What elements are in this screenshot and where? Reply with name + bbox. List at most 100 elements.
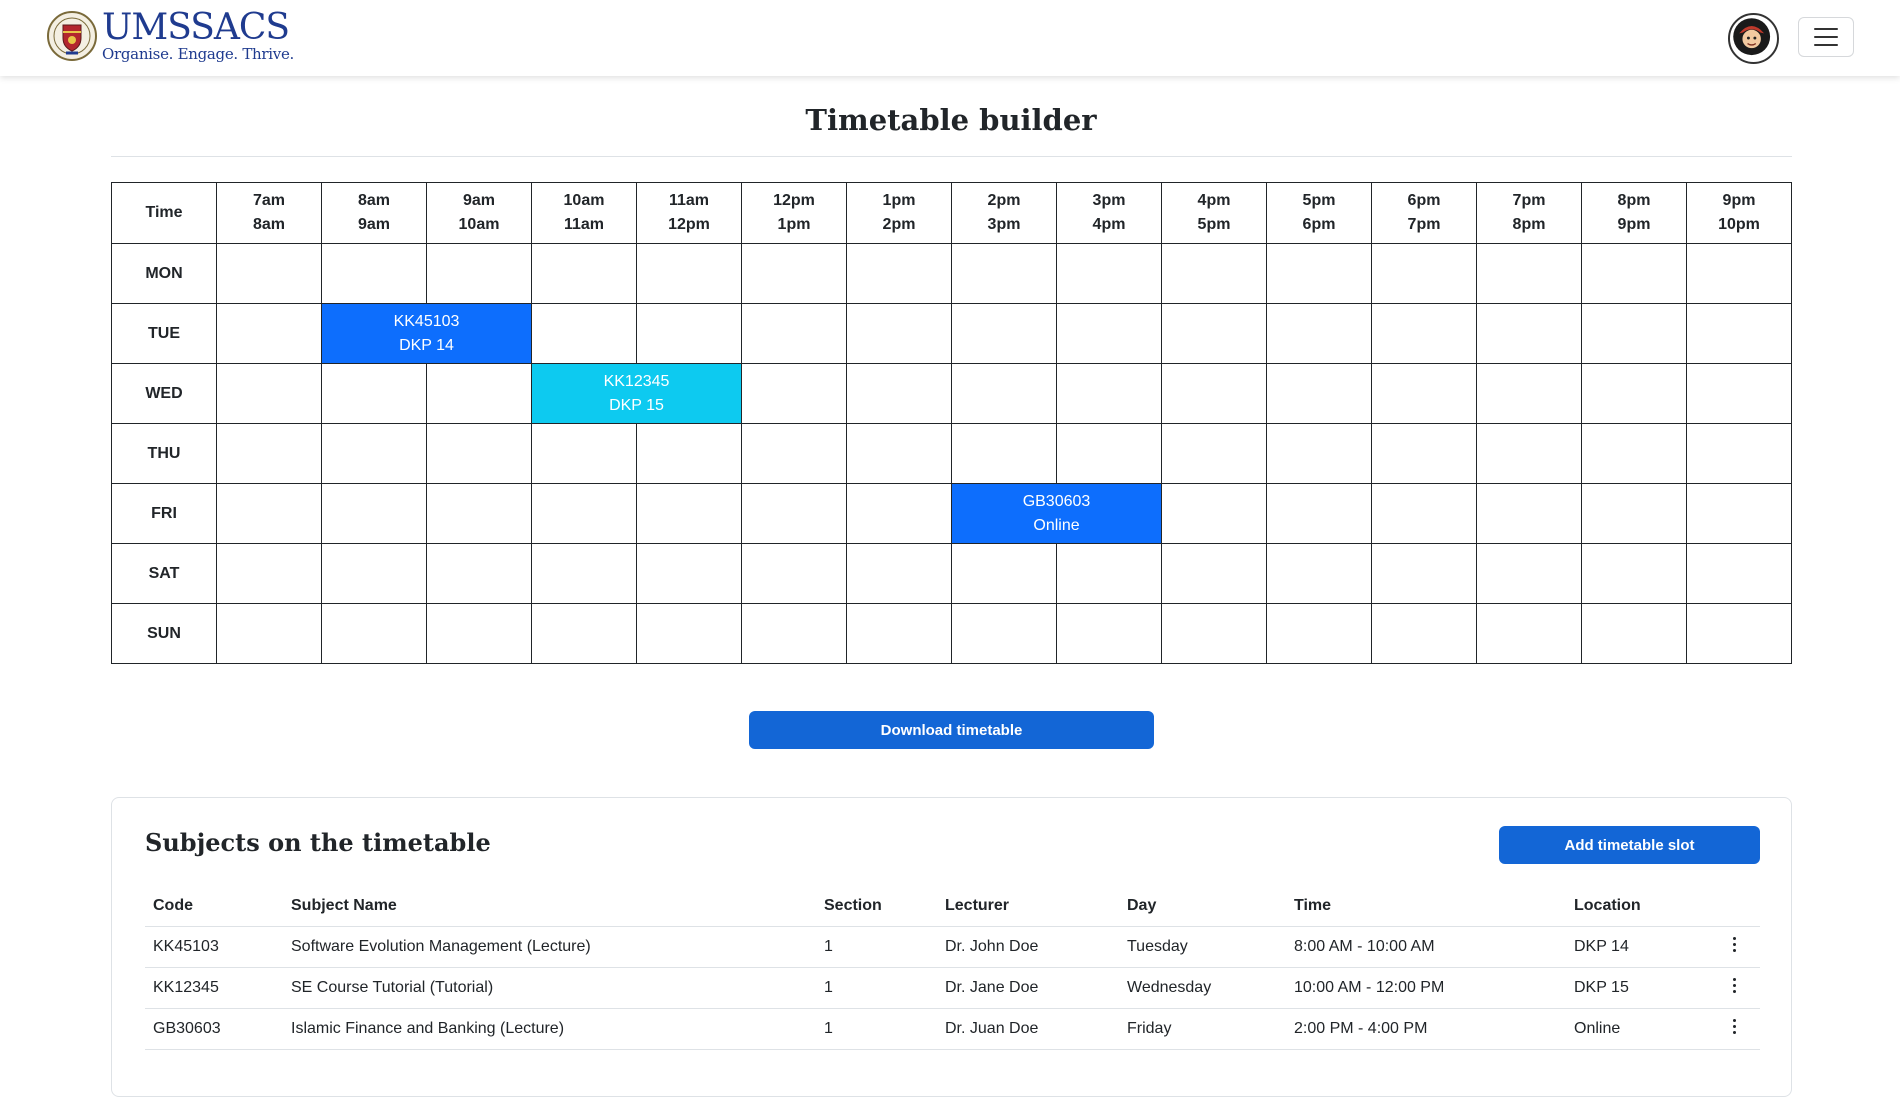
empty-cell[interactable] bbox=[1161, 363, 1267, 424]
empty-cell[interactable] bbox=[1686, 543, 1792, 604]
user-avatar[interactable] bbox=[1728, 13, 1779, 64]
empty-cell[interactable] bbox=[846, 543, 952, 604]
empty-cell[interactable] bbox=[1581, 543, 1687, 604]
empty-cell[interactable] bbox=[951, 303, 1057, 364]
empty-cell[interactable] bbox=[741, 483, 847, 544]
empty-cell[interactable] bbox=[1686, 603, 1792, 664]
empty-cell[interactable] bbox=[1476, 303, 1582, 364]
empty-cell[interactable] bbox=[1686, 303, 1792, 364]
empty-cell[interactable] bbox=[321, 423, 427, 484]
empty-cell[interactable] bbox=[1371, 243, 1477, 304]
empty-cell[interactable] bbox=[636, 423, 742, 484]
empty-cell[interactable] bbox=[426, 543, 532, 604]
more-options-icon[interactable] bbox=[1724, 1015, 1744, 1037]
empty-cell[interactable] bbox=[1371, 423, 1477, 484]
empty-cell[interactable] bbox=[426, 603, 532, 664]
empty-cell[interactable] bbox=[216, 483, 322, 544]
brand-logo[interactable]: UMSSACS Organise. Engage. Thrive. bbox=[46, 10, 294, 62]
empty-cell[interactable] bbox=[1161, 303, 1267, 364]
empty-cell[interactable] bbox=[1476, 603, 1582, 664]
empty-cell[interactable] bbox=[1371, 603, 1477, 664]
empty-cell[interactable] bbox=[741, 243, 847, 304]
empty-cell[interactable] bbox=[1161, 423, 1267, 484]
empty-cell[interactable] bbox=[1161, 483, 1267, 544]
empty-cell[interactable] bbox=[1686, 483, 1792, 544]
timetable-slot[interactable]: KK12345 DKP 15 bbox=[531, 363, 742, 424]
empty-cell[interactable] bbox=[1686, 363, 1792, 424]
empty-cell[interactable] bbox=[1266, 303, 1372, 364]
more-options-icon[interactable] bbox=[1724, 974, 1744, 996]
more-options-icon[interactable] bbox=[1724, 933, 1744, 955]
empty-cell[interactable] bbox=[636, 303, 742, 364]
empty-cell[interactable] bbox=[531, 303, 637, 364]
empty-cell[interactable] bbox=[1371, 543, 1477, 604]
empty-cell[interactable] bbox=[531, 603, 637, 664]
empty-cell[interactable] bbox=[846, 423, 952, 484]
empty-cell[interactable] bbox=[1581, 483, 1687, 544]
empty-cell[interactable] bbox=[741, 543, 847, 604]
empty-cell[interactable] bbox=[846, 243, 952, 304]
empty-cell[interactable] bbox=[1581, 363, 1687, 424]
empty-cell[interactable] bbox=[531, 483, 637, 544]
timetable-slot[interactable]: GB30603 Online bbox=[951, 483, 1162, 544]
empty-cell[interactable] bbox=[321, 483, 427, 544]
empty-cell[interactable] bbox=[1266, 543, 1372, 604]
empty-cell[interactable] bbox=[321, 543, 427, 604]
empty-cell[interactable] bbox=[216, 363, 322, 424]
empty-cell[interactable] bbox=[1056, 603, 1162, 664]
empty-cell[interactable] bbox=[1476, 483, 1582, 544]
empty-cell[interactable] bbox=[426, 423, 532, 484]
empty-cell[interactable] bbox=[216, 303, 322, 364]
empty-cell[interactable] bbox=[636, 603, 742, 664]
empty-cell[interactable] bbox=[1371, 303, 1477, 364]
empty-cell[interactable] bbox=[1266, 363, 1372, 424]
add-timetable-slot-button[interactable]: Add timetable slot bbox=[1499, 826, 1760, 864]
empty-cell[interactable] bbox=[741, 303, 847, 364]
empty-cell[interactable] bbox=[741, 363, 847, 424]
empty-cell[interactable] bbox=[321, 603, 427, 664]
hamburger-menu-button[interactable] bbox=[1798, 17, 1854, 57]
empty-cell[interactable] bbox=[1056, 303, 1162, 364]
empty-cell[interactable] bbox=[1161, 603, 1267, 664]
empty-cell[interactable] bbox=[1686, 243, 1792, 304]
empty-cell[interactable] bbox=[951, 243, 1057, 304]
empty-cell[interactable] bbox=[531, 543, 637, 604]
empty-cell[interactable] bbox=[216, 603, 322, 664]
download-timetable-button[interactable]: Download timetable bbox=[749, 711, 1154, 749]
empty-cell[interactable] bbox=[1581, 303, 1687, 364]
empty-cell[interactable] bbox=[1371, 363, 1477, 424]
empty-cell[interactable] bbox=[951, 423, 1057, 484]
empty-cell[interactable] bbox=[1371, 483, 1477, 544]
empty-cell[interactable] bbox=[1056, 423, 1162, 484]
empty-cell[interactable] bbox=[531, 243, 637, 304]
empty-cell[interactable] bbox=[951, 363, 1057, 424]
empty-cell[interactable] bbox=[846, 303, 952, 364]
empty-cell[interactable] bbox=[1266, 603, 1372, 664]
empty-cell[interactable] bbox=[1476, 543, 1582, 604]
empty-cell[interactable] bbox=[846, 603, 952, 664]
empty-cell[interactable] bbox=[216, 243, 322, 304]
empty-cell[interactable] bbox=[426, 243, 532, 304]
empty-cell[interactable] bbox=[426, 483, 532, 544]
empty-cell[interactable] bbox=[846, 363, 952, 424]
empty-cell[interactable] bbox=[1476, 423, 1582, 484]
empty-cell[interactable] bbox=[951, 543, 1057, 604]
empty-cell[interactable] bbox=[426, 363, 532, 424]
empty-cell[interactable] bbox=[1266, 423, 1372, 484]
empty-cell[interactable] bbox=[1581, 423, 1687, 484]
empty-cell[interactable] bbox=[846, 483, 952, 544]
empty-cell[interactable] bbox=[951, 603, 1057, 664]
timetable-slot[interactable]: KK45103 DKP 14 bbox=[321, 303, 532, 364]
empty-cell[interactable] bbox=[1056, 363, 1162, 424]
empty-cell[interactable] bbox=[1476, 243, 1582, 304]
empty-cell[interactable] bbox=[1161, 543, 1267, 604]
empty-cell[interactable] bbox=[741, 603, 847, 664]
empty-cell[interactable] bbox=[1056, 543, 1162, 604]
empty-cell[interactable] bbox=[1266, 483, 1372, 544]
empty-cell[interactable] bbox=[1266, 243, 1372, 304]
empty-cell[interactable] bbox=[216, 543, 322, 604]
empty-cell[interactable] bbox=[1476, 363, 1582, 424]
empty-cell[interactable] bbox=[636, 483, 742, 544]
empty-cell[interactable] bbox=[741, 423, 847, 484]
empty-cell[interactable] bbox=[1686, 423, 1792, 484]
